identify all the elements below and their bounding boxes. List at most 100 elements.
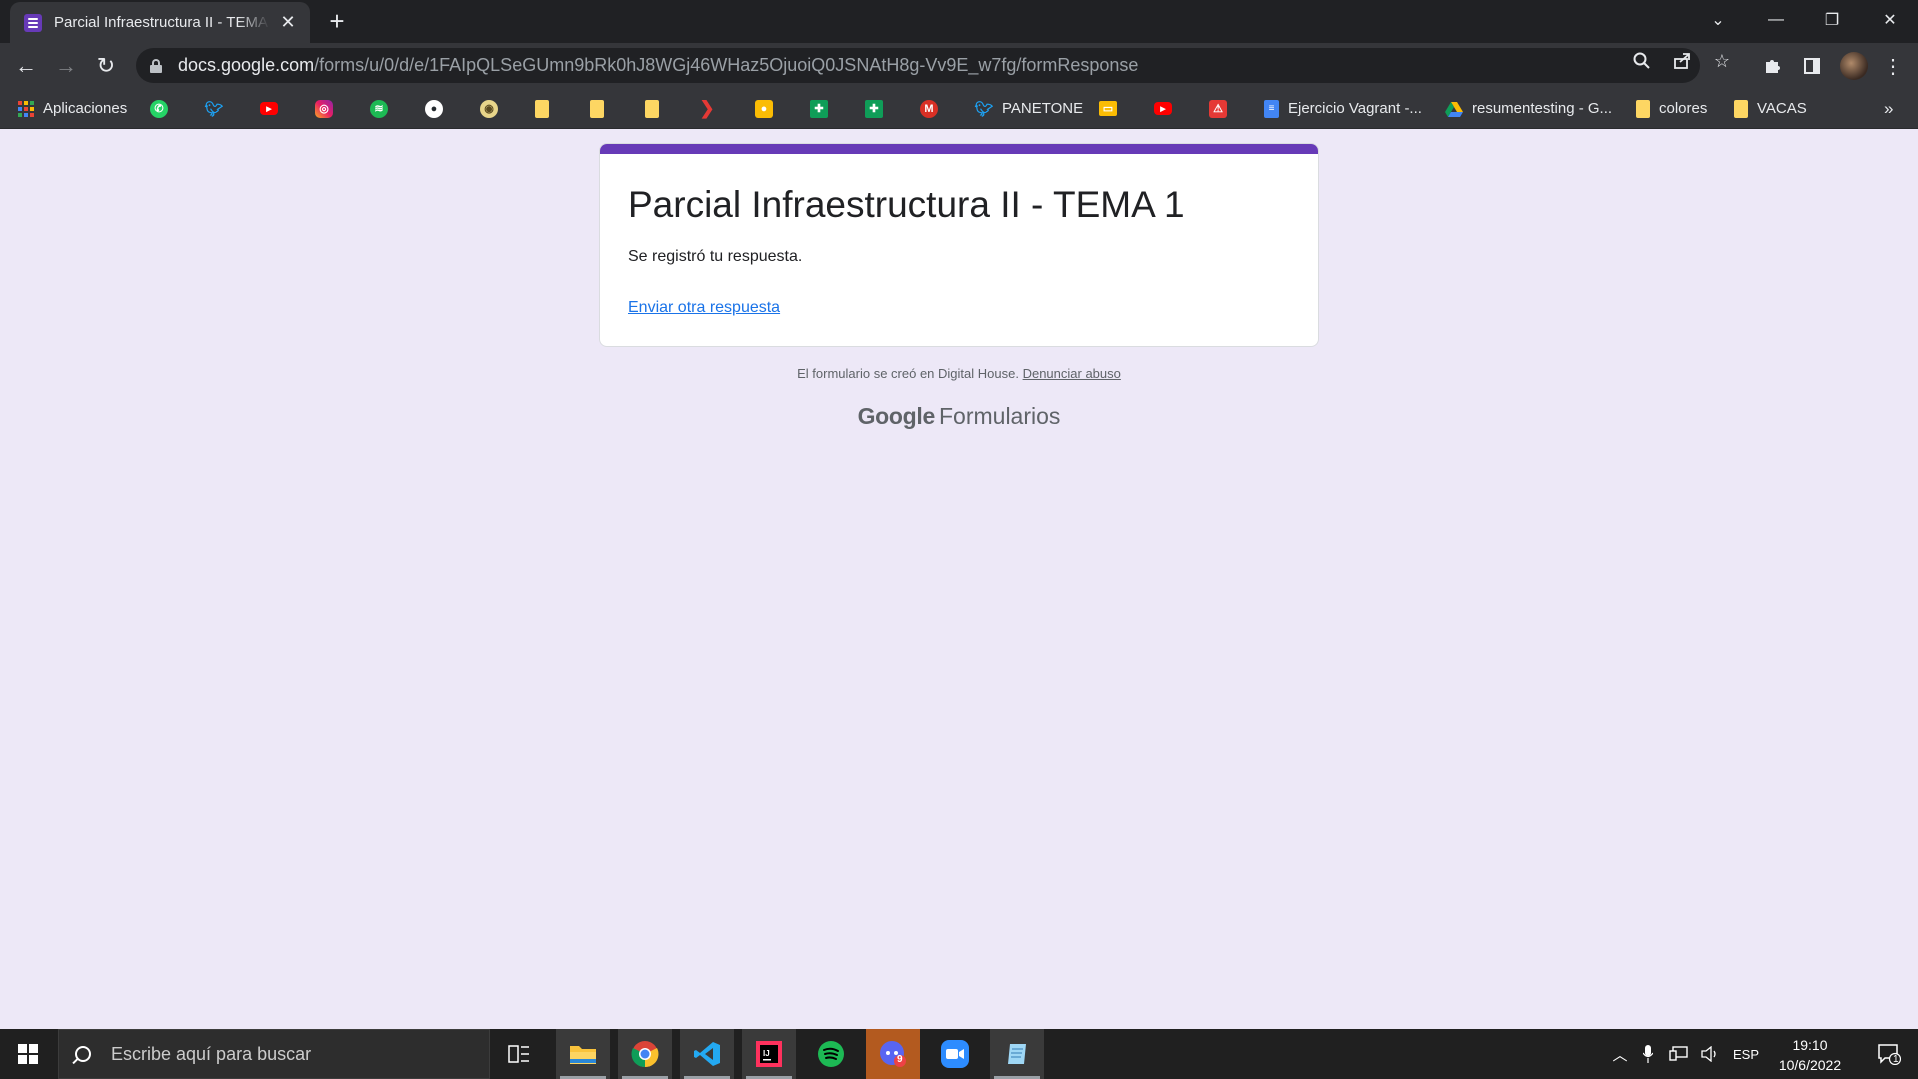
spotify-icon: ≋ (370, 99, 388, 118)
bookmark-vagrant[interactable]: ≡ Ejercicio Vagrant -... (1264, 88, 1422, 129)
profile-avatar[interactable] (1840, 52, 1868, 80)
red-app-icon: ⚠ (1209, 99, 1227, 118)
task-view-button[interactable] (492, 1029, 546, 1079)
sheets-plus-icon: ✚ (810, 99, 828, 118)
share-icon[interactable] (1672, 51, 1692, 71)
google-forms-logo[interactable]: Google Formularios (0, 403, 1918, 430)
bookmark-spotify[interactable]: ≋ (370, 88, 388, 129)
taskbar-notepad[interactable] (990, 1029, 1044, 1079)
bookmark-colores[interactable]: colores (1636, 88, 1707, 129)
form-created-text: El formulario se creó en Digital House. (797, 366, 1019, 381)
start-button[interactable] (0, 1029, 56, 1079)
extensions-puzzle-icon[interactable] (1759, 53, 1785, 79)
bookmark-panetone-label: PANETONE (1002, 100, 1084, 117)
bookmark-slides[interactable]: ▭ (1099, 88, 1117, 129)
tab-search-chevron-icon[interactable]: ⌄ (1690, 0, 1746, 40)
google-wordmark: Google (857, 403, 936, 429)
google-forms-favicon-icon (24, 13, 42, 32)
form-confirmation-card: Parcial Infraestructura II - TEMA 1 Se r… (599, 143, 1319, 347)
browser-toolbar: ← → ↻ docs.google.com/forms/u/0/d/e/1FAI… (0, 43, 1918, 88)
back-arrow-icon[interactable]: ← (10, 50, 42, 82)
reload-icon[interactable]: ↻ (90, 50, 122, 82)
spotify-icon (818, 1041, 844, 1067)
bookmark-colores-label: colores (1659, 100, 1708, 117)
bookmark-youtube[interactable]: ▶ (260, 88, 278, 129)
new-tab-button[interactable]: + (322, 6, 352, 36)
bookmark-red-app[interactable]: ⚠ (1209, 88, 1227, 129)
tray-overflow-chevron-icon[interactable]: ︿ (1608, 1029, 1632, 1079)
bookmark-youtube-2[interactable]: ▶ (1154, 88, 1172, 129)
bookmark-sheets-1[interactable]: ✚ (810, 88, 828, 129)
bookmark-apps[interactable]: Aplicaciones (18, 88, 127, 129)
bookmark-folder-1[interactable] (535, 88, 549, 129)
microphone-icon[interactable] (1636, 1029, 1660, 1079)
restore-button[interactable]: ❐ (1804, 0, 1860, 40)
discord-icon (880, 1041, 906, 1067)
url-text[interactable]: docs.google.com/forms/u/0/d/e/1FAIpQLSeG… (178, 55, 1138, 76)
bookmark-misc[interactable]: ◉ (480, 88, 498, 129)
bookmark-panetone[interactable]: 🐦︎ PANETONE (974, 88, 1084, 129)
bookmark-resumentesting[interactable]: resumentesting - G... (1445, 88, 1612, 129)
bookmark-sheets-2[interactable]: ✚ (865, 88, 883, 129)
address-bar[interactable]: docs.google.com/forms/u/0/d/e/1FAIpQLSeG… (136, 48, 1700, 83)
bookmark-vacas[interactable]: VACAS (1734, 88, 1807, 129)
close-window-button[interactable]: ✕ (1862, 0, 1918, 40)
browser-tab-active[interactable]: Parcial Infraestructura II - TEMA 1 ✕ (10, 2, 310, 43)
taskbar-vscode[interactable] (680, 1029, 734, 1079)
bookmark-gmail[interactable]: M (920, 88, 938, 129)
taskbar-chrome[interactable] (618, 1029, 672, 1079)
whatsapp-icon: ✆ (150, 99, 168, 118)
twitter-bird-icon: 🐦︎ (974, 100, 994, 118)
google-docs-icon: ≡ (1264, 99, 1279, 118)
bookmark-folder-3[interactable] (645, 88, 659, 129)
bookmarks-overflow-button[interactable]: » (1884, 88, 1893, 129)
taskbar-file-explorer[interactable] (556, 1029, 610, 1079)
apps-grid-icon (18, 100, 34, 117)
zoom-icon[interactable] (1632, 51, 1652, 71)
url-host: docs.google.com (178, 55, 315, 75)
kebab-menu-icon[interactable]: ⋮ (1880, 53, 1906, 79)
forms-wordmark: Formularios (939, 403, 1061, 429)
tab-close-icon[interactable]: ✕ (278, 12, 298, 33)
taskbar-discord[interactable]: 9 (866, 1029, 920, 1079)
bookmark-arrow[interactable]: ❯ (698, 88, 716, 129)
taskbar-zoom[interactable] (928, 1029, 982, 1079)
taskbar-spotify[interactable] (804, 1029, 858, 1079)
bookmark-twitter[interactable]: 🐦︎ (204, 88, 223, 129)
windows-taskbar: Escribe aquí para buscar IJ 9 ︿ ESP 19:1… (0, 1029, 1918, 1079)
taskbar-clock[interactable]: 19:10 10/6/2022 (1760, 1035, 1860, 1075)
input-language-indicator[interactable]: ESP (1728, 1029, 1764, 1079)
lock-icon[interactable] (150, 58, 162, 73)
minimize-button[interactable]: — (1748, 0, 1804, 40)
search-icon (75, 1046, 91, 1062)
bookmarks-bar: Aplicaciones ✆ 🐦︎ ▶ ◎ ≋ ● ◉ ❯ ● ✚ ✚ M 🐦︎… (0, 88, 1918, 129)
eye-logo-icon: ◉ (480, 99, 498, 118)
network-icon[interactable] (1664, 1029, 1694, 1079)
form-footer-note: El formulario se creó en Digital House. … (0, 366, 1918, 381)
bookmark-keep[interactable]: ● (755, 88, 773, 129)
submit-another-response-link[interactable]: Enviar otra respuesta (628, 299, 780, 317)
notification-center-button[interactable]: 1 (1864, 1029, 1914, 1079)
svg-text:IJ: IJ (763, 1049, 770, 1058)
bookmark-instagram[interactable]: ◎ (315, 88, 333, 129)
taskbar-intellij[interactable]: IJ (742, 1029, 796, 1079)
bookmark-apps-label: Aplicaciones (43, 100, 128, 117)
volume-icon[interactable] (1696, 1029, 1724, 1079)
bookmark-vagrant-label: Ejercicio Vagrant -... (1288, 100, 1422, 117)
folder-icon (645, 99, 659, 118)
response-recorded-message: Se registró tu respuesta. (628, 248, 803, 265)
chrome-icon (631, 1041, 659, 1068)
github-icon: ● (425, 99, 443, 118)
instagram-icon: ◎ (315, 99, 333, 118)
folder-icon (1734, 99, 1748, 118)
youtube-icon: ▶ (260, 102, 278, 115)
report-abuse-link[interactable]: Denunciar abuso (1023, 366, 1121, 381)
side-panel-icon[interactable] (1799, 53, 1825, 79)
bookmark-folder-2[interactable] (590, 88, 604, 129)
bookmark-whatsapp[interactable]: ✆ (150, 88, 168, 129)
taskbar-search-box[interactable]: Escribe aquí para buscar (58, 1029, 490, 1079)
forward-arrow-icon[interactable]: → (50, 50, 82, 82)
bookmark-star-icon[interactable]: ☆ (1712, 51, 1732, 71)
bookmark-github[interactable]: ● (425, 88, 443, 129)
windows-logo-icon (18, 1044, 38, 1064)
